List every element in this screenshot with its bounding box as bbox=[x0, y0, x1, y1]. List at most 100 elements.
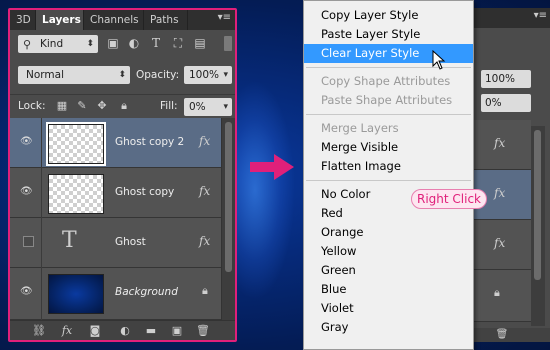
fx-icon[interactable]: fx bbox=[494, 236, 505, 250]
menu-item-yellow[interactable]: Yellow bbox=[304, 242, 473, 261]
new-adjustment-icon[interactable]: ◐ bbox=[118, 324, 132, 338]
search-icon: ⚲ bbox=[23, 38, 32, 51]
fill-label: Fill: bbox=[160, 100, 178, 112]
menu-item-orange[interactable]: Orange bbox=[304, 223, 473, 242]
menu-item-flatten-image[interactable]: Flatten Image bbox=[304, 157, 473, 176]
tab-3d[interactable]: 3D bbox=[10, 10, 36, 30]
opacity-field[interactable]: 100% bbox=[481, 70, 531, 88]
layer-row[interactable]: fx bbox=[469, 220, 531, 270]
menu-item-blue[interactable]: Blue bbox=[304, 280, 473, 299]
layers-list: 👁︎ Ghost copy 2 fx 👁︎ Ghost copy fx T Gh… bbox=[10, 118, 221, 320]
chevron-down-icon: ▾ bbox=[223, 102, 228, 112]
layer-name: Ghost bbox=[115, 236, 146, 248]
kind-label: Kind bbox=[40, 38, 64, 50]
visibility-toggle[interactable]: 👁︎ bbox=[10, 268, 42, 320]
hidden-box-icon bbox=[23, 236, 34, 247]
visibility-toggle[interactable] bbox=[10, 218, 42, 268]
menu-item-green[interactable]: Green bbox=[304, 261, 473, 280]
layer-thumbnail bbox=[48, 274, 104, 314]
lock-position-icon[interactable]: ✥ bbox=[96, 100, 108, 112]
eye-icon: 👁︎ bbox=[20, 186, 33, 197]
tab-layers[interactable]: Layers bbox=[36, 10, 84, 30]
filter-toggle[interactable] bbox=[224, 36, 232, 51]
menu-separator bbox=[306, 180, 471, 181]
fill-value: 0% bbox=[189, 101, 206, 113]
visibility-toggle[interactable]: 👁︎ bbox=[10, 118, 42, 168]
panel-tabs: ▾≡ bbox=[469, 8, 550, 28]
layers-bottom-bar: ⛓︎ fx ◙ ◐ ▬ ▣ 🗑︎ bbox=[10, 320, 235, 340]
shape-filter-icon[interactable]: ⛶ bbox=[171, 36, 185, 50]
menu-item-clear-layer-style[interactable]: Clear Layer Style bbox=[304, 44, 473, 63]
smart-object-filter-icon[interactable]: ▤ bbox=[193, 36, 207, 50]
eye-icon: 👁︎ bbox=[20, 286, 33, 297]
visibility-toggle[interactable]: 👁︎ bbox=[10, 168, 42, 218]
fx-icon[interactable]: fx bbox=[199, 234, 210, 248]
arrow-right-icon bbox=[250, 154, 294, 180]
pixel-filter-icon[interactable]: ▣ bbox=[106, 36, 120, 50]
layer-row[interactable]: 🔒︎ bbox=[469, 270, 531, 322]
opacity-label: Opacity: bbox=[136, 69, 180, 81]
chevron-down-icon: ▾ bbox=[223, 70, 228, 80]
menu-item-copy-layer-style[interactable]: Copy Layer Style bbox=[304, 6, 473, 25]
layers-scrollbar[interactable] bbox=[221, 118, 235, 320]
opacity-field[interactable]: 100% ▾ bbox=[184, 66, 232, 84]
panel-tabs: 3D Layers Channels Paths ▾≡ bbox=[10, 10, 235, 30]
new-group-icon[interactable]: ▬ bbox=[144, 324, 158, 338]
layer-row[interactable]: T Ghost fx bbox=[10, 218, 221, 268]
type-filter-icon[interactable]: T bbox=[149, 36, 163, 50]
fx-icon[interactable]: fx bbox=[494, 186, 505, 200]
fx-icon[interactable]: fx bbox=[199, 134, 210, 148]
layers-scrollbar[interactable] bbox=[531, 126, 545, 326]
filter-row: ⚲ Kind ⬍ ▣ ◐ T ⛶ ▤ bbox=[10, 32, 235, 56]
kind-filter-select[interactable]: ⚲ Kind ⬍ bbox=[18, 35, 98, 53]
menu-separator bbox=[306, 114, 471, 115]
mouse-cursor-icon bbox=[432, 50, 446, 70]
fill-field[interactable]: 0% bbox=[481, 94, 531, 112]
lock-all-icon[interactable]: 🔒︎ bbox=[118, 100, 130, 112]
menu-item-merge-visible[interactable]: Merge Visible bbox=[304, 138, 473, 157]
link-layers-icon[interactable]: ⛓︎ bbox=[32, 324, 46, 338]
lock-row: Lock: ▦ ✎ ✥ 🔒︎ Fill: 0% ▾ bbox=[10, 94, 235, 116]
chevron-down-icon: ⬍ bbox=[86, 39, 94, 49]
layer-row[interactable]: 👁︎ Background 🔒︎ bbox=[10, 268, 221, 320]
menu-item-copy-shape-attributes: Copy Shape Attributes bbox=[321, 74, 451, 88]
layer-name: Ghost copy 2 bbox=[115, 136, 185, 148]
scrollbar-thumb[interactable] bbox=[534, 130, 541, 280]
new-layer-icon[interactable]: ▣ bbox=[170, 324, 184, 338]
layer-row[interactable]: fx bbox=[469, 120, 531, 170]
layer-name: Ghost copy bbox=[115, 186, 175, 198]
adjustment-filter-icon[interactable]: ◐ bbox=[127, 36, 141, 50]
layer-name: Background bbox=[115, 286, 178, 298]
layer-row[interactable]: 👁︎ Ghost copy 2 fx bbox=[10, 118, 221, 168]
scrollbar-thumb[interactable] bbox=[225, 122, 232, 272]
lock-image-icon[interactable]: ✎ bbox=[76, 100, 88, 112]
chevron-down-icon: ⬍ bbox=[118, 70, 126, 80]
tab-paths[interactable]: Paths bbox=[144, 10, 188, 30]
menu-item-gray[interactable]: Gray bbox=[304, 318, 473, 337]
layer-row[interactable]: 👁︎ Ghost copy fx bbox=[10, 168, 221, 218]
type-layer-icon: T bbox=[62, 228, 77, 253]
delete-layer-icon[interactable]: 🗑︎ bbox=[495, 328, 509, 342]
menu-item-paste-layer-style[interactable]: Paste Layer Style bbox=[304, 25, 473, 44]
add-mask-icon[interactable]: ◙ bbox=[88, 324, 102, 338]
blend-mode-select[interactable]: Normal ⬍ bbox=[18, 66, 130, 84]
opacity-value: 100% bbox=[189, 69, 220, 81]
fx-icon[interactable]: fx bbox=[494, 136, 505, 150]
right-click-annotation: Right Click bbox=[411, 189, 487, 209]
menu-item-paste-shape-attributes: Paste Shape Attributes bbox=[321, 93, 453, 107]
add-style-icon[interactable]: fx bbox=[60, 324, 74, 338]
lock-icon: 🔒︎ bbox=[202, 284, 208, 297]
fx-icon[interactable]: fx bbox=[199, 184, 210, 198]
lock-transparent-icon[interactable]: ▦ bbox=[56, 100, 68, 112]
menu-item-violet[interactable]: Violet bbox=[304, 299, 473, 318]
panel-menu-icon[interactable]: ▾≡ bbox=[218, 12, 231, 23]
layer-thumbnail bbox=[46, 122, 106, 166]
tab-channels[interactable]: Channels bbox=[84, 10, 144, 30]
layers-panel: 3D Layers Channels Paths ▾≡ ⚲ Kind ⬍ ▣ ◐… bbox=[8, 8, 237, 342]
delete-layer-icon[interactable]: 🗑︎ bbox=[196, 324, 210, 338]
blend-row: Normal ⬍ Opacity: 100% ▾ bbox=[10, 64, 235, 86]
layers-panel-partial: ▾≡ 100% 0% fx fx fx 🔒︎ 🗑︎ bbox=[468, 8, 550, 342]
lock-label: Lock: bbox=[18, 100, 46, 112]
fill-field[interactable]: 0% ▾ bbox=[184, 98, 232, 116]
panel-menu-icon[interactable]: ▾≡ bbox=[534, 10, 547, 21]
